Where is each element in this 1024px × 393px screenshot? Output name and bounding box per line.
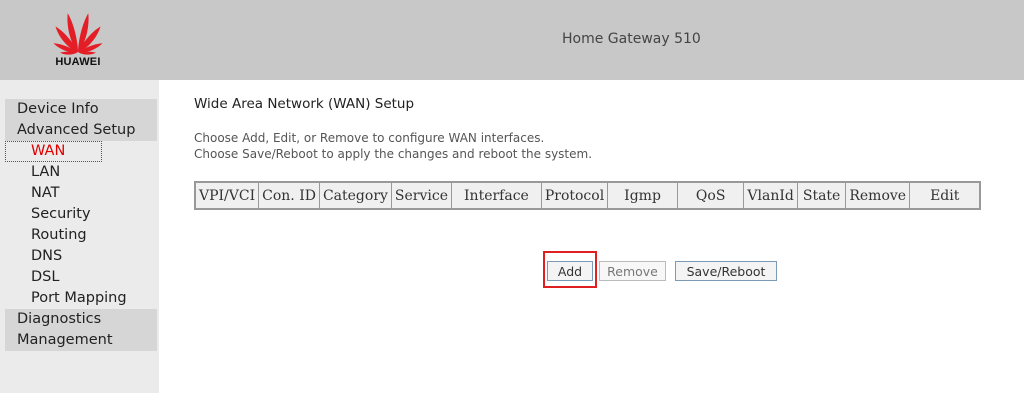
column-header-vpi-vci: VPI/VCI [194, 181, 260, 210]
column-header-con-id: Con. ID [258, 181, 320, 210]
header-bar: HUAWEI Home Gateway 510 [0, 0, 1024, 80]
sidebar-item-dns[interactable]: DNS [5, 246, 157, 267]
description-line-1: Choose Add, Edit, or Remove to configure… [194, 131, 545, 145]
sidebar-item-advanced-setup[interactable]: Advanced Setup [5, 120, 157, 141]
column-header-category: Category [318, 181, 392, 210]
gateway-title: Home Gateway 510 [562, 31, 701, 47]
column-header-interface: Interface [451, 181, 542, 210]
sidebar-item-routing[interactable]: Routing [5, 225, 157, 246]
sidebar: Device Info Advanced Setup WAN LAN NAT S… [0, 80, 159, 393]
column-header-service: Service [390, 181, 453, 210]
sidebar-item-dsl[interactable]: DSL [5, 267, 157, 288]
sidebar-item-lan[interactable]: LAN [5, 162, 157, 183]
column-header-qos: QoS [676, 181, 745, 210]
page-description: Choose Add, Edit, or Remove to configure… [194, 130, 592, 162]
logo-text: HUAWEI [55, 56, 101, 68]
sidebar-item-security[interactable]: Security [5, 204, 157, 225]
sidebar-item-nat[interactable]: NAT [5, 183, 157, 204]
column-header-state: State [796, 181, 847, 210]
page-title: Wide Area Network (WAN) Setup [194, 96, 415, 112]
main-content: Wide Area Network (WAN) Setup Choose Add… [159, 80, 1024, 393]
sidebar-nav: Device Info Advanced Setup WAN LAN NAT S… [5, 99, 157, 351]
remove-button[interactable]: Remove [599, 261, 666, 281]
column-header-remove: Remove [845, 181, 911, 210]
column-header-edit: Edit [909, 181, 981, 210]
add-button[interactable]: Add [547, 261, 593, 281]
sidebar-item-diagnostics[interactable]: Diagnostics [5, 309, 157, 330]
sidebar-item-management[interactable]: Management [5, 330, 157, 351]
sidebar-item-device-info[interactable]: Device Info [5, 99, 157, 120]
sidebar-item-port-mapping[interactable]: Port Mapping [5, 288, 157, 309]
column-header-vlanid: VlanId [743, 181, 798, 210]
save-reboot-button[interactable]: Save/Reboot [675, 261, 777, 281]
table-header-row: VPI/VCI Con. ID Category Service Interfa… [194, 181, 981, 210]
column-header-protocol: Protocol [540, 181, 609, 210]
description-line-2: Choose Save/Reboot to apply the changes … [194, 147, 593, 161]
wan-interfaces-table: VPI/VCI Con. ID Category Service Interfa… [194, 181, 982, 210]
sidebar-item-wan[interactable]: WAN [5, 141, 102, 162]
huawei-logo: HUAWEI [40, 8, 116, 72]
column-header-igmp: Igmp [607, 181, 678, 210]
huawei-flower-icon [53, 13, 103, 55]
